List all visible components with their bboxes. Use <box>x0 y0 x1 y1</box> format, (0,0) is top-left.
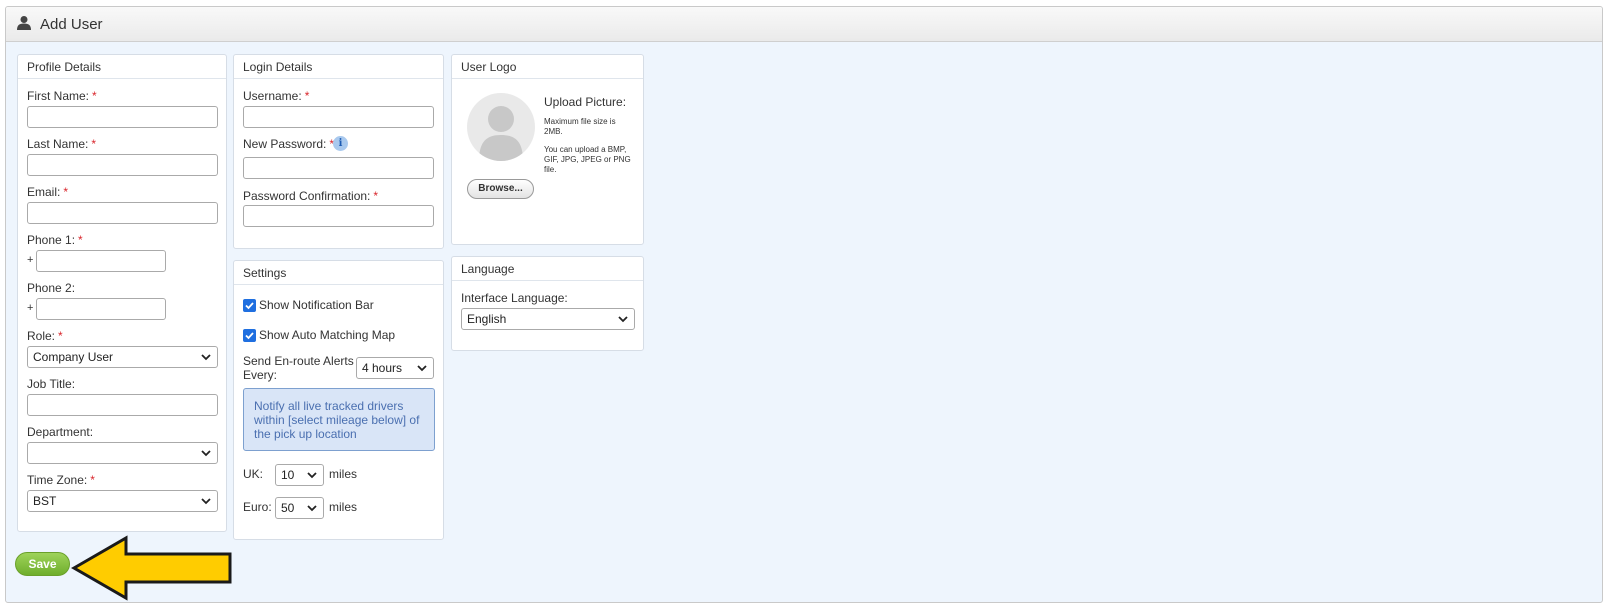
chevron-down-icon <box>417 365 427 372</box>
user-logo-panel: User Logo Upload Picture: Maximum file s… <box>451 54 644 245</box>
login-details-panel: Login Details Username: * New Password: * … <box>233 54 444 249</box>
uk-miles-select[interactable]: 10 <box>275 464 324 486</box>
browse-button[interactable]: Browse... <box>467 179 534 199</box>
first-name-input[interactable] <box>27 106 218 128</box>
timezone-label: Time Zone: * <box>27 473 95 487</box>
checkmark-icon <box>245 332 254 340</box>
chevron-down-icon <box>201 450 211 457</box>
email-input[interactable] <box>27 202 218 224</box>
new-password-input[interactable] <box>243 157 434 179</box>
notify-drivers-notice: Notify all live tracked drivers within [… <box>243 388 435 451</box>
last-name-input[interactable] <box>27 154 218 176</box>
euro-miles-unit: miles <box>329 500 358 514</box>
phone1-input[interactable] <box>36 250 166 272</box>
send-alerts-label: Send En-route Alerts Every: <box>243 354 354 382</box>
role-value: Company User <box>33 350 114 364</box>
settings-heading: Settings <box>234 261 443 285</box>
euro-miles-value: 50 <box>281 501 295 515</box>
chevron-down-icon <box>307 472 317 479</box>
password-confirmation-input[interactable] <box>243 205 434 227</box>
pointer-arrow-icon <box>70 535 232 601</box>
chevron-down-icon <box>618 316 628 323</box>
title-bar: Add User <box>6 7 1602 42</box>
send-alerts-select[interactable]: 4 hours <box>356 357 434 379</box>
interface-language-value: English <box>467 312 507 326</box>
show-auto-matching-map-checkbox[interactable] <box>243 329 256 342</box>
last-name-label: Last Name: * <box>27 137 97 151</box>
chevron-down-icon <box>307 505 317 512</box>
role-select[interactable]: Company User <box>27 346 218 368</box>
save-button[interactable]: Save <box>15 552 70 576</box>
department-select[interactable] <box>27 442 218 464</box>
send-alerts-value: 4 hours <box>362 361 403 375</box>
login-details-heading: Login Details <box>234 55 443 79</box>
language-panel: Language Interface Language: English <box>451 256 644 351</box>
page-title: Add User <box>40 15 103 33</box>
chevron-down-icon <box>201 354 211 361</box>
department-label: Department: <box>27 425 94 439</box>
phone1-label: Phone 1: * <box>27 233 83 247</box>
language-heading: Language <box>452 257 643 281</box>
phone2-input[interactable] <box>36 298 166 320</box>
timezone-select[interactable]: BST <box>27 490 218 512</box>
role-label: Role: * <box>27 329 63 343</box>
username-label: Username: * <box>243 89 310 103</box>
allowed-formats-note: You can upload a BMP, GIF, JPG, JPEG or … <box>544 145 631 174</box>
upload-picture-title: Upload Picture: <box>544 95 627 109</box>
interface-language-select[interactable]: English <box>461 308 635 330</box>
user-icon <box>16 15 32 34</box>
euro-miles-select[interactable]: 50 <box>275 497 324 519</box>
job-title-input[interactable] <box>27 394 218 416</box>
settings-panel: Settings Show Notification Bar Show Auto… <box>233 260 444 540</box>
profile-details-heading: Profile Details <box>18 55 226 79</box>
profile-details-panel: Profile Details First Name: * Last Name: *… <box>17 54 227 532</box>
phone1-prefix: + <box>27 254 34 266</box>
interface-language-label: Interface Language: <box>461 291 568 305</box>
email-label: Email: * <box>27 185 69 199</box>
show-auto-matching-map-label: Show Auto Matching Map <box>259 328 396 342</box>
add-user-window: Add User Profile Details First Name: * La… <box>5 6 1603 603</box>
person-silhouette-icon <box>479 106 523 161</box>
uk-miles-unit: miles <box>329 467 358 481</box>
info-icon[interactable]: i <box>333 136 348 151</box>
euro-label: Euro: <box>243 500 272 514</box>
user-logo-heading: User Logo <box>452 55 643 79</box>
uk-label: UK: <box>243 467 264 481</box>
phone2-label: Phone 2: <box>27 281 76 295</box>
new-password-label: New Password: * <box>243 137 335 151</box>
show-notification-bar-checkbox[interactable] <box>243 299 256 312</box>
max-file-size-note: Maximum file size is 2MB. <box>544 117 616 136</box>
password-confirmation-label: Password Confirmation: * <box>243 189 379 203</box>
show-notification-bar-label: Show Notification Bar <box>259 298 374 312</box>
timezone-value: BST <box>33 494 57 508</box>
uk-miles-value: 10 <box>281 468 295 482</box>
username-input[interactable] <box>243 106 434 128</box>
first-name-label: First Name: * <box>27 89 97 103</box>
phone2-prefix: + <box>27 302 34 314</box>
checkmark-icon <box>245 302 254 310</box>
chevron-down-icon <box>201 498 211 505</box>
avatar-placeholder <box>467 93 535 161</box>
job-title-label: Job Title: <box>27 377 76 391</box>
